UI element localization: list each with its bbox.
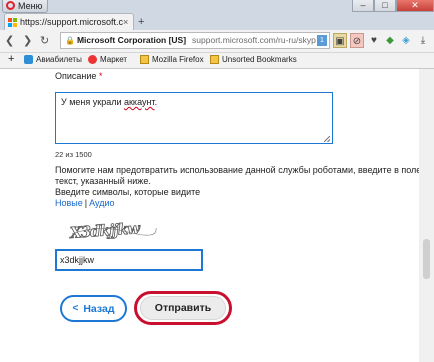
back-button[interactable]: < Назад [60,295,127,322]
required-mark: * [98,71,103,81]
help-line-1: Помогите нам предотвратить использование… [55,165,419,175]
download-icon[interactable]: ⤓ [416,33,430,48]
opera-logo-icon [6,1,15,10]
description-textarea[interactable]: У меня украли аккаунт. [55,92,333,144]
address-bar[interactable]: 🔒 Microsoft Corporation [US] support.micro… [60,32,330,49]
bookmark-label: Unsorted Bookmarks [222,55,297,64]
chevron-left-icon: < [72,303,79,314]
forward-arrow-icon[interactable]: ❯ [23,33,32,49]
add-bookmark-button[interactable]: + [8,53,14,65]
menu-label: Меню [18,0,43,11]
folder-icon [140,55,149,64]
url-text: support.microsoft.com/ru-ru/skyp [192,35,316,45]
shield-icon[interactable]: ◆ [383,33,397,48]
back-arrow-icon[interactable]: ❮ [5,33,14,49]
microsoft-logo-icon [8,17,17,27]
help-line-3: Введите символы, которые видите [55,187,201,197]
captcha-links: Новые | Аудио [55,198,115,208]
help-line-2: текст, указанный ниже. [55,176,151,186]
site-identity: Microsoft Corporation [US] [76,35,187,45]
browser-tab[interactable]: https://support.microsoft.com × [4,13,134,30]
resize-grip-icon[interactable] [324,136,330,142]
bookmark-item-unsorted[interactable]: Unsorted Bookmarks [210,55,297,64]
bookmark-item-firefox[interactable]: Mozilla Firefox [140,55,204,64]
extension-badge-icon[interactable]: 1 [317,35,327,46]
captcha-new-link[interactable]: Новые [55,198,83,208]
page-content: Описание * У меня украли аккаунт. 22 из … [0,69,419,362]
navigation-bar: ❮ ❯ ↻ 🔒 Microsoft Corporation [US] support… [0,30,434,53]
bookmark-label: Mozilla Firefox [152,55,204,64]
send-button[interactable]: Отправить [140,296,226,320]
new-tab-button[interactable]: + [138,16,144,28]
bookmark-heart-icon[interactable]: ♥ [367,33,381,48]
description-misspelled-word: аккаунт [123,97,155,107]
opera-menu-button[interactable]: Меню [2,0,48,13]
turbo-icon[interactable]: ▣ [333,33,347,48]
description-text: У меня украли [61,97,124,107]
market-icon [88,55,97,64]
lock-icon: 🔒 [65,36,75,45]
plane-icon [24,55,33,64]
maximize-button[interactable]: □ [374,0,396,12]
tab-close-icon[interactable]: × [123,17,133,27]
captcha-help-text: Помогите нам предотвратить использование… [55,165,419,198]
description-text-end: . [154,97,158,107]
character-counter: 22 из 1500 [55,150,92,159]
vertical-scrollbar[interactable] [419,69,434,362]
scrollbar-thumb[interactable] [423,239,430,279]
folder-icon [210,55,219,64]
captcha-image: X3dkjjkw [68,219,157,242]
title-bar: Меню – □ ✕ https://support.microsoft.com… [0,0,434,30]
close-window-button[interactable]: ✕ [396,0,434,12]
adblock-icon[interactable]: ⊘ [350,33,364,48]
bookmark-item-market[interactable]: Маркет [88,55,127,64]
description-label-text: Описание [55,71,97,81]
window-controls: – □ ✕ [352,0,434,12]
bookmark-label: Маркет [100,55,128,64]
vpn-icon[interactable]: ◈ [399,33,413,48]
minimize-button[interactable]: – [352,0,374,12]
tab-title: https://support.microsoft.com [20,17,123,27]
description-label: Описание * [55,71,102,81]
captcha-input[interactable]: x3dkjjkw [55,249,203,271]
bookmark-item-aviabilety[interactable]: Авиабилеты [24,55,82,64]
back-button-label: Назад [83,302,115,315]
link-separator: | [84,198,88,208]
captcha-audio-link[interactable]: Аудио [89,198,114,208]
reload-icon[interactable]: ↻ [40,33,49,49]
bookmark-label: Авиабилеты [36,55,82,64]
captcha-text: X3dkjjkw [68,219,141,242]
bookmarks-bar: + Авиабилеты Маркет Mozilla Firefox Unso… [0,53,434,69]
send-button-label: Отправить [154,302,212,314]
